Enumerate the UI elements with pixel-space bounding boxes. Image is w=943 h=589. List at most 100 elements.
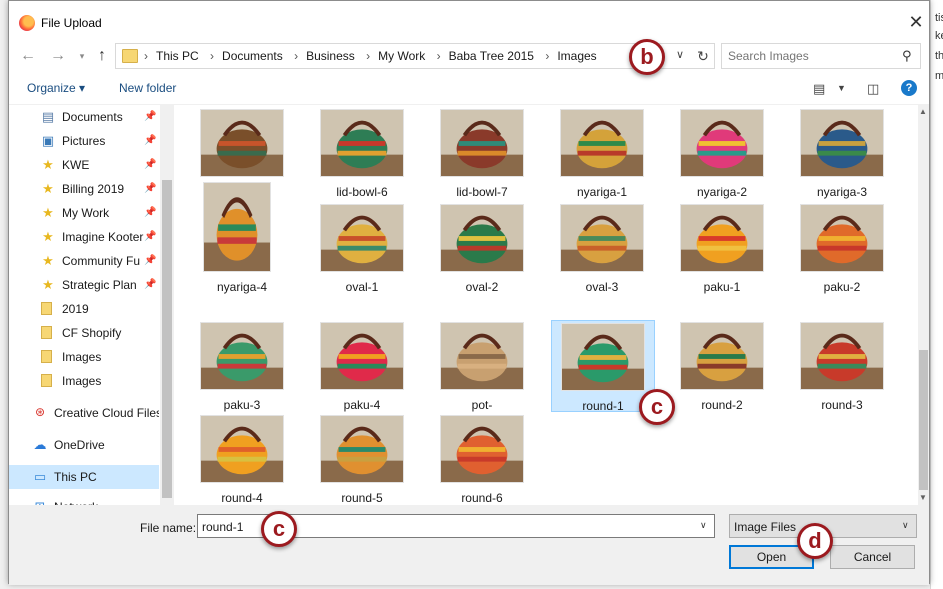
sidebar-item-images-2[interactable]: Images — [9, 369, 159, 393]
search-input[interactable] — [728, 49, 888, 63]
dialog-title: File Upload — [41, 16, 102, 30]
computer-icon: ▭ — [33, 469, 47, 484]
file-tile[interactable]: paku-3 — [191, 320, 295, 412]
breadcrumb-baba-tree[interactable]: Baba Tree 2015 — [449, 49, 534, 63]
file-tile[interactable]: round-6 — [431, 413, 535, 505]
image-thumbnail — [560, 204, 644, 272]
view-options-icon[interactable]: ▤ — [813, 81, 825, 97]
folder-icon — [41, 350, 52, 363]
sidebar-item-imagine-kooter[interactable]: ★ Imagine Kooter 📌 — [9, 225, 159, 249]
breadcrumb-my-work[interactable]: My Work — [378, 49, 425, 63]
back-button[interactable]: ← — [17, 45, 39, 67]
sidebar-item-documents[interactable]: ▤ Documents 📌 — [9, 105, 159, 129]
file-tile[interactable]: oval-1 — [311, 202, 415, 294]
dialog-footer: File name: round-1 ∨ Image Files ∨ Open … — [9, 505, 929, 585]
scroll-down-icon[interactable]: ▼ — [919, 493, 927, 502]
sidebar-item-images[interactable]: Images — [9, 345, 159, 369]
search-icon[interactable]: ⚲ — [902, 48, 912, 64]
image-thumbnail — [203, 182, 271, 272]
refresh-button[interactable]: ↻ — [692, 45, 714, 67]
sidebar-item-onedrive[interactable]: ☁ OneDrive — [9, 433, 159, 457]
breadcrumb-this-pc[interactable]: This PC — [156, 49, 199, 63]
recent-locations-button[interactable]: ▾ — [71, 45, 93, 67]
sidebar-item-cf-shopify[interactable]: CF Shopify — [9, 321, 159, 345]
chevron-down-icon[interactable]: ∨ — [700, 520, 707, 531]
preview-pane-icon[interactable]: ◫ — [867, 81, 879, 97]
file-name-label: paku-1 — [703, 280, 741, 294]
file-tile[interactable]: paku-4 — [311, 320, 415, 412]
file-tile[interactable]: round-3 — [791, 320, 895, 412]
sidebar-item-my-work[interactable]: ★ My Work 📌 — [9, 201, 159, 225]
file-name-value[interactable]: round-1 — [202, 520, 243, 534]
pin-icon: 📌 — [144, 183, 157, 194]
file-tile[interactable]: nyariga-1 — [551, 107, 655, 199]
file-tile[interactable]: oval-2 — [431, 202, 535, 294]
file-name-label: pot- — [471, 398, 493, 412]
file-name-label: lid-bowl-7 — [456, 185, 508, 199]
cancel-button[interactable]: Cancel — [830, 545, 915, 569]
help-icon[interactable]: ? — [901, 80, 917, 96]
sidebar-item-community-fu[interactable]: ★ Community Fu 📌 — [9, 249, 159, 273]
star-icon: ★ — [42, 229, 54, 244]
file-tile[interactable]: round-2 — [671, 320, 775, 412]
file-tile[interactable]: round-1 — [551, 320, 655, 413]
image-thumbnail — [440, 204, 524, 272]
star-icon: ★ — [42, 157, 54, 172]
file-tile[interactable]: pot- — [431, 320, 535, 412]
sidebar-item-creative-cloud-files[interactable]: ⊛ Creative Cloud Files — [9, 401, 159, 425]
chevron-down-icon[interactable]: ▼ — [837, 83, 846, 93]
file-name-label: File name: — [140, 521, 197, 535]
breadcrumb-documents[interactable]: Documents — [222, 49, 283, 63]
image-thumbnail — [440, 109, 524, 177]
image-thumbnail — [320, 204, 404, 272]
new-folder-button[interactable]: New folder — [119, 81, 176, 95]
file-tile[interactable]: lid-bowl-7 — [431, 107, 535, 199]
file-tile[interactable]: paku-1 — [671, 202, 775, 294]
organize-button[interactable]: Organize ▾ — [27, 81, 85, 95]
chevron-down-icon[interactable]: ∨ — [676, 48, 684, 61]
image-thumbnail — [800, 322, 884, 390]
file-tile[interactable]: round-5 — [311, 413, 415, 505]
file-tile[interactable]: paku-2 — [791, 202, 895, 294]
file-name-label: round-6 — [461, 491, 503, 505]
file-tile[interactable]: nyariga-3 — [791, 107, 895, 199]
sidebar-scrollbar[interactable] — [160, 105, 174, 505]
file-tile[interactable]: nyariga-4 — [191, 182, 295, 294]
image-thumbnail — [320, 415, 404, 483]
file-tile[interactable]: round-4 — [191, 413, 295, 505]
sidebar-item-this-pc[interactable]: ▭ This PC — [9, 465, 159, 489]
breadcrumb-images[interactable]: Images — [557, 49, 596, 63]
sidebar-item-kwe[interactable]: ★ KWE 📌 — [9, 153, 159, 177]
file-tile[interactable]: oval-3 — [551, 202, 655, 294]
sidebar-item-billing-2019[interactable]: ★ Billing 2019 📌 — [9, 177, 159, 201]
close-button[interactable]: ✕ — [905, 11, 927, 33]
star-icon: ★ — [42, 253, 54, 268]
sidebar-scrollbar-thumb[interactable] — [162, 180, 172, 498]
file-name-label: paku-3 — [223, 398, 261, 412]
breadcrumb-business[interactable]: Business — [306, 49, 355, 63]
file-name-label: round-3 — [821, 398, 863, 412]
address-bar[interactable]: › This PC › Documents › Business › My Work ›… — [115, 43, 715, 69]
up-button[interactable]: ↑ — [91, 45, 113, 67]
file-name-label: round-5 — [341, 491, 383, 505]
pin-icon: 📌 — [144, 135, 157, 146]
chevron-down-icon[interactable]: ∨ — [902, 520, 909, 531]
file-list-scrollbar-thumb[interactable] — [919, 350, 928, 490]
file-name-label: lid-bowl-6 — [336, 185, 388, 199]
file-list-scrollbar[interactable]: ▲ ▼ — [918, 105, 929, 505]
sidebar-item-strategic-plan[interactable]: ★ Strategic Plan 📌 — [9, 273, 159, 297]
file-upload-dialog: File Upload ✕ ← → ▾ ↑ › This PC › Document… — [8, 0, 930, 585]
folder-icon — [41, 374, 52, 387]
sidebar-item-pictures[interactable]: ▣ Pictures 📌 — [9, 129, 159, 153]
search-box[interactable]: ⚲ — [721, 43, 921, 69]
scroll-up-icon[interactable]: ▲ — [919, 107, 927, 116]
file-tile[interactable]: lid-bowl-6 — [311, 107, 415, 199]
sidebar-item-2019[interactable]: 2019 — [9, 297, 159, 321]
background-window-edge: tis ke th m — [930, 0, 943, 589]
forward-button[interactable]: → — [47, 45, 69, 67]
pin-icon: 📌 — [144, 279, 157, 290]
callout-c-filename: c — [261, 511, 297, 547]
pin-icon: 📌 — [144, 231, 157, 242]
sidebar-item-network[interactable]: ⊞Network — [9, 495, 159, 505]
file-tile[interactable]: nyariga-2 — [671, 107, 775, 199]
